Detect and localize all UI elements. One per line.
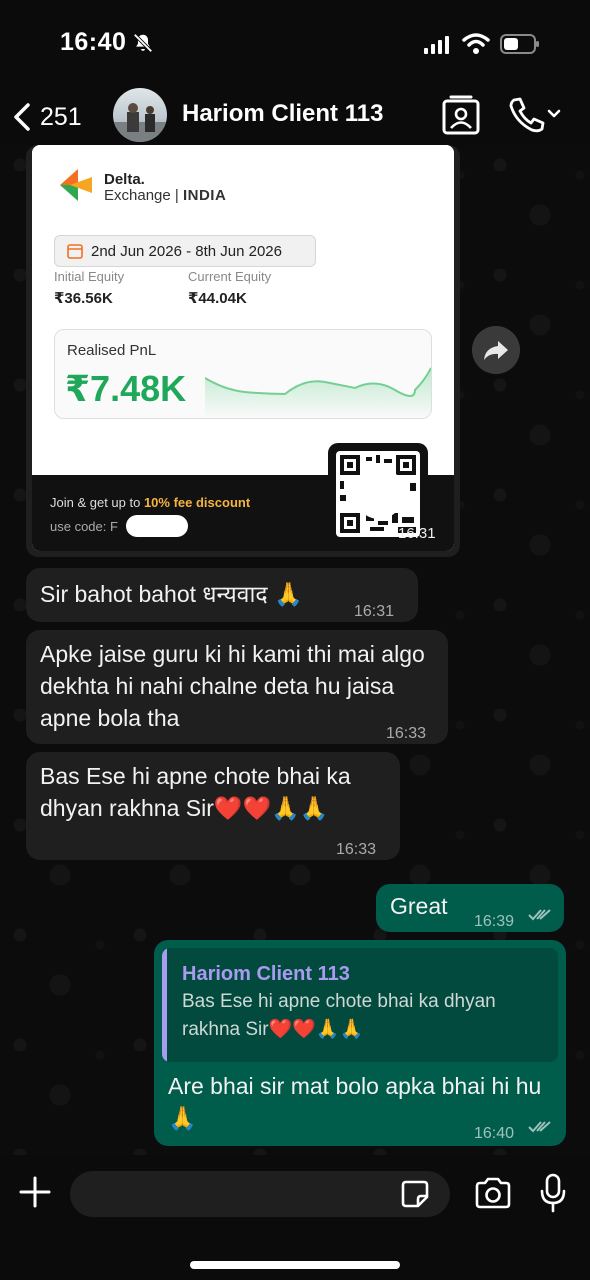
message-text: Great [390, 893, 448, 919]
incoming-message[interactable]: Sir bahot bahot धन्यवाद 🙏 16:31 [26, 568, 418, 622]
sticker-icon[interactable] [400, 1179, 430, 1209]
call-icon[interactable] [508, 96, 562, 134]
chevron-left-icon [14, 103, 30, 131]
home-indicator [190, 1261, 400, 1269]
message-composer [0, 1155, 590, 1280]
camera-icon[interactable] [474, 1177, 512, 1209]
date-range: 2nd Jun 2026 - 8th Jun 2026 [91, 242, 282, 260]
cellular-signal-icon [424, 36, 449, 54]
bell-off-icon [133, 33, 153, 53]
quote-author: Hariom Client 113 [182, 963, 350, 985]
image-message[interactable]: Delta. Exchange | INDIA 2nd Jun 2026 - 8… [26, 145, 460, 557]
microphone-icon[interactable] [540, 1173, 566, 1213]
avatar-photo [113, 103, 167, 142]
outgoing-reply-message[interactable]: Hariom Client 113 Bas Ese hi apne chote … [154, 940, 566, 1146]
initial-equity-value: ₹36.56K [54, 290, 113, 307]
incoming-message[interactable]: Bas Ese hi apne chote bhai ka dhyan rakh… [26, 752, 400, 860]
double-check-icon [528, 909, 551, 921]
pnl-label: Realised PnL [67, 342, 157, 359]
date-range-pill: 2nd Jun 2026 - 8th Jun 2026 [54, 235, 316, 267]
quote-bar [162, 948, 167, 1062]
quoted-message[interactable]: Hariom Client 113 Bas Ese hi apne chote … [162, 948, 558, 1062]
double-check-icon [528, 1121, 551, 1133]
pnl-card-image[interactable]: Delta. Exchange | INDIA 2nd Jun 2026 - 8… [32, 145, 454, 551]
realised-pnl-box: Realised PnL ₹7.48K [54, 329, 432, 419]
message-time: 16:33 [336, 841, 377, 858]
initial-equity-label: Initial Equity [54, 269, 125, 284]
message-time: 16:40 [474, 1125, 515, 1142]
message-time: 16:39 [474, 913, 515, 930]
pnl-card-top: Delta. Exchange | INDIA 2nd Jun 2026 - 8… [32, 145, 454, 475]
forward-icon[interactable] [472, 326, 520, 374]
outgoing-message[interactable]: Great 16:39 [376, 884, 564, 932]
brand-subtitle: Exchange | INDIA [104, 187, 227, 204]
message-time: 16:31 [398, 525, 436, 542]
status-bar: 16:40 [0, 0, 590, 88]
redacted-qr-center [354, 467, 404, 519]
promo-text: Join & get up to 10% fee discount [50, 495, 251, 510]
incoming-message[interactable]: Apke jaise guru ki hi kami thi mai algo … [26, 630, 448, 744]
battery-icon [500, 34, 539, 54]
pnl-value: ₹7.48K [65, 368, 187, 409]
contact-name[interactable]: Hariom Client 113 [182, 100, 383, 128]
chat-header: 251 Hariom Client 113 [0, 88, 590, 146]
message-time: 16:31 [354, 603, 395, 620]
message-text: Sir bahot bahot धन्यवाद 🙏 [40, 581, 303, 607]
message-time: 16:33 [386, 725, 427, 742]
contact-card-icon[interactable] [442, 95, 480, 135]
contact-avatar[interactable] [113, 88, 167, 142]
message-text: Apke jaise guru ki hi kami thi mai algo … [40, 641, 425, 731]
current-equity-value: ₹44.04K [188, 290, 247, 307]
status-time: 16:40 [60, 28, 127, 56]
message-text: Bas Ese hi apne chote bhai ka dhyan rakh… [40, 763, 351, 821]
calendar-icon [67, 244, 83, 259]
unread-count: 251 [40, 102, 82, 131]
redacted-code [126, 515, 188, 537]
back-button[interactable]: 251 [12, 98, 82, 136]
current-equity-label: Current Equity [188, 269, 272, 284]
brand-name: Delta. [104, 171, 145, 188]
delta-logo-icon [60, 169, 92, 201]
wifi-icon [462, 33, 490, 54]
quote-text: Bas Ese hi apne chote bhai ka dhyan rakh… [182, 991, 496, 1040]
pnl-sparkline [205, 367, 431, 418]
message-input[interactable] [70, 1171, 450, 1217]
promo-code-label: use code: F [50, 519, 118, 534]
plus-icon[interactable] [18, 1175, 52, 1209]
